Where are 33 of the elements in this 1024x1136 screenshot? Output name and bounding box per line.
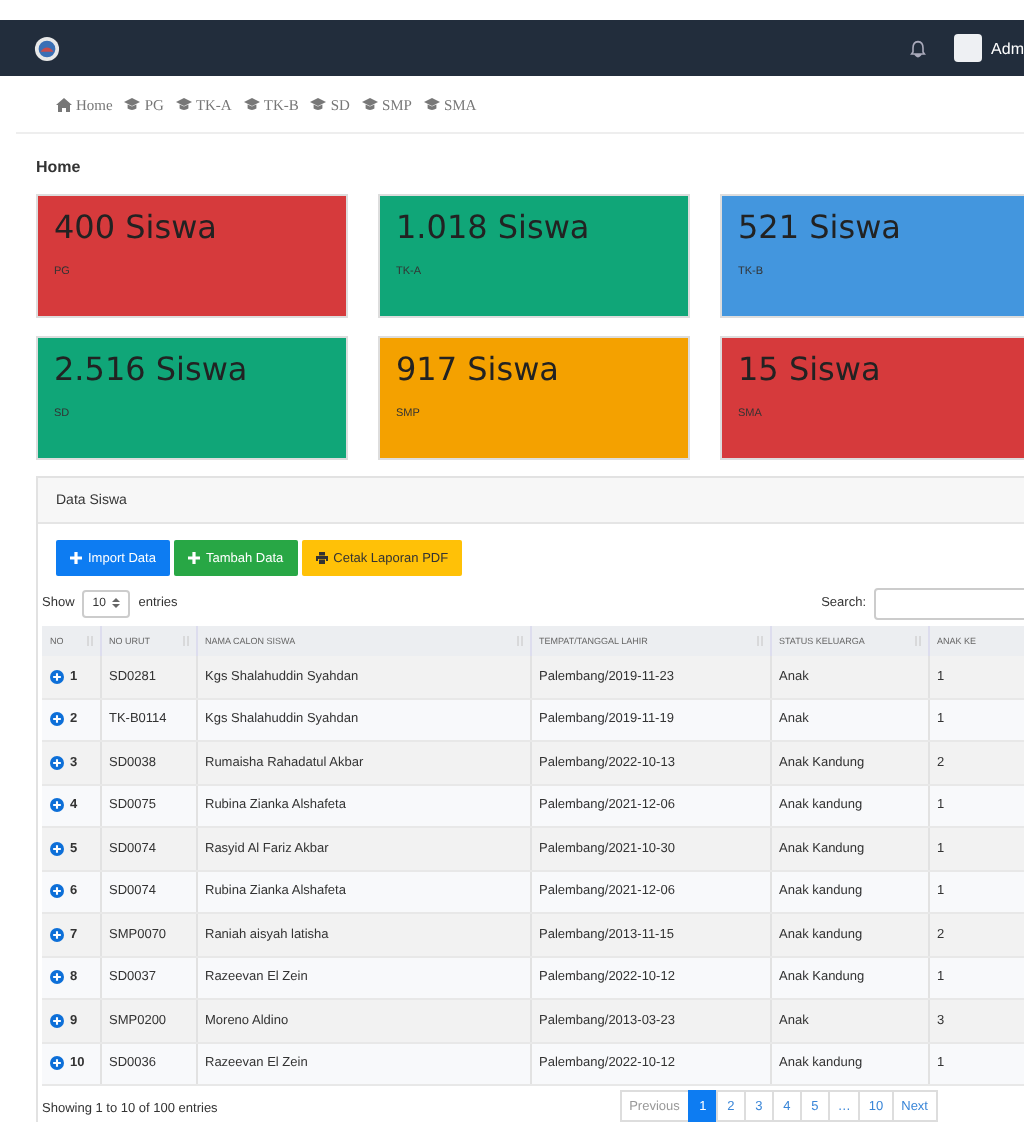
expand-icon[interactable]	[50, 884, 64, 899]
graduation-cap-icon	[175, 98, 192, 112]
printer-icon	[315, 552, 328, 564]
bell-icon[interactable]	[909, 39, 926, 57]
expand-icon[interactable]	[50, 755, 64, 770]
expand-icon[interactable]	[50, 669, 64, 684]
student-count: 917 Siswa	[396, 350, 559, 388]
student-count: 521 Siswa	[738, 208, 901, 246]
graduation-cap-icon	[423, 98, 440, 112]
plus-icon	[187, 552, 200, 564]
graduation-cap-icon	[124, 98, 141, 112]
graduation-cap-icon	[243, 98, 260, 112]
search-field[interactable]	[874, 587, 1024, 619]
user-avatar[interactable]	[953, 34, 982, 62]
page-title: Home	[34, 156, 83, 180]
expand-icon[interactable]	[50, 1013, 64, 1028]
expand-icon[interactable]	[50, 798, 64, 813]
expand-icon[interactable]	[50, 970, 64, 985]
sort-arrows-icon	[112, 598, 121, 608]
plus-icon	[70, 552, 82, 564]
student-count: 1.018 Siswa	[396, 208, 590, 246]
home-icon	[56, 98, 72, 112]
expand-icon[interactable]	[50, 712, 64, 727]
graduation-cap-icon	[310, 98, 327, 112]
student-count: 400 Siswa	[54, 208, 217, 246]
student-count: 2.516 Siswa	[54, 350, 248, 388]
school-logo[interactable]	[34, 35, 60, 61]
expand-icon[interactable]	[50, 927, 64, 942]
graduation-cap-icon	[361, 98, 378, 112]
expand-icon[interactable]	[50, 841, 64, 856]
user-name[interactable]: Adm	[991, 39, 1024, 57]
student-count: 15 Siswa	[738, 350, 881, 388]
expand-icon[interactable]	[50, 1056, 64, 1071]
